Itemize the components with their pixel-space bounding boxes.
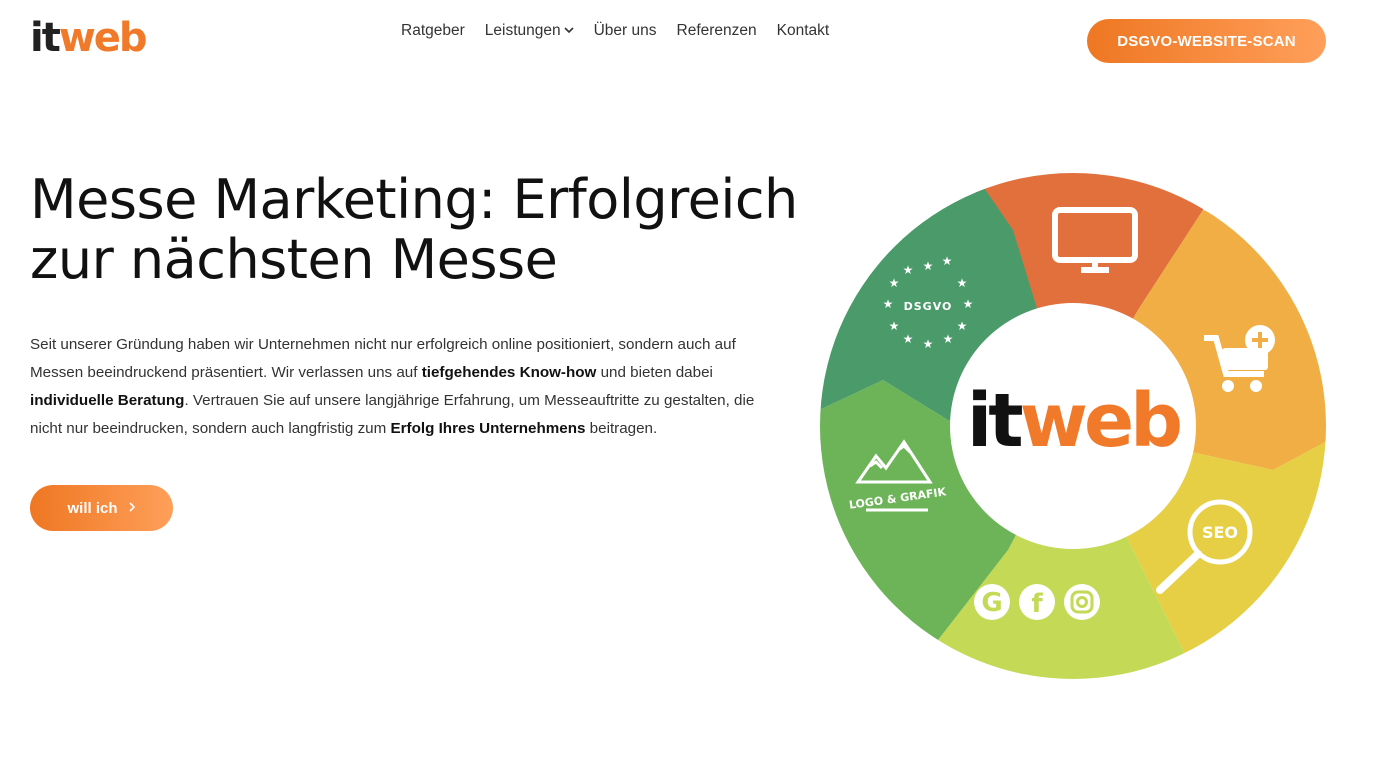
main-nav: Ratgeber Leistungen Über uns Referenzen … bbox=[401, 22, 849, 40]
nav-kontakt[interactable]: Kontakt bbox=[777, 22, 830, 40]
nav-ratgeber[interactable]: Ratgeber bbox=[401, 22, 465, 40]
nav-ueber-uns[interactable]: Über uns bbox=[594, 22, 657, 40]
chevron-down-icon bbox=[564, 25, 574, 37]
svg-text:★: ★ bbox=[883, 297, 894, 311]
svg-text:G: G bbox=[981, 588, 1002, 618]
svg-text:★: ★ bbox=[889, 276, 900, 290]
facebook-icon: f bbox=[1019, 584, 1055, 620]
svg-text:★: ★ bbox=[957, 276, 968, 290]
will-ich-button[interactable]: will ich bbox=[30, 485, 173, 531]
svg-text:★: ★ bbox=[903, 332, 914, 346]
dsgvo-label: DSGVO bbox=[904, 300, 953, 313]
title-line-2: zur nächsten Messe bbox=[30, 228, 558, 291]
svg-text:★: ★ bbox=[889, 319, 900, 333]
para-bold-3: Erfolg Ihres Unternehmens bbox=[390, 420, 586, 437]
svg-text:f: f bbox=[1031, 589, 1043, 619]
logo-web: web bbox=[58, 15, 148, 61]
svg-text:★: ★ bbox=[943, 332, 954, 346]
page-title: Messe Marketing: Erfolgreich zur nächsten… bbox=[30, 170, 820, 290]
will-ich-label: will ich bbox=[67, 499, 118, 517]
para-text-4: beitragen. bbox=[585, 420, 658, 437]
intro-paragraph: Seit unserer Gründung haben wir Unterneh… bbox=[30, 331, 790, 443]
para-text-2: und bieten dabei bbox=[596, 364, 713, 381]
site-logo[interactable]: itweb bbox=[30, 14, 148, 62]
nav-leistungen[interactable]: Leistungen bbox=[485, 22, 574, 40]
para-bold-2: individuelle Beratung bbox=[30, 392, 185, 409]
svg-text:★: ★ bbox=[942, 254, 953, 268]
svg-text:★: ★ bbox=[923, 259, 934, 273]
nav-leistungen-label: Leistungen bbox=[484, 22, 561, 39]
instagram-icon bbox=[1064, 584, 1100, 620]
title-line-1: Messe Marketing: Erfolgreich bbox=[30, 168, 798, 231]
svg-text:★: ★ bbox=[963, 297, 974, 311]
google-icon: G bbox=[974, 584, 1010, 620]
para-bold-1: tiefgehendes Know-how bbox=[421, 364, 597, 381]
svg-text:★: ★ bbox=[903, 263, 914, 277]
seo-label: SEO bbox=[1202, 523, 1238, 542]
dsgvo-scan-button[interactable]: DSGVO-WEBSITE-SCAN bbox=[1087, 19, 1326, 63]
svg-text:★: ★ bbox=[957, 319, 968, 333]
center-logo: itweb bbox=[967, 378, 1180, 464]
nav-referenzen[interactable]: Referenzen bbox=[677, 22, 757, 40]
chevron-right-icon bbox=[128, 500, 136, 517]
svg-text:★: ★ bbox=[923, 337, 934, 351]
services-wheel: itweb SEO G f LOGO & GRAFIK ★ ★ ★ ★ ★ ★ … bbox=[820, 173, 1326, 679]
logo-it: it bbox=[30, 15, 61, 61]
